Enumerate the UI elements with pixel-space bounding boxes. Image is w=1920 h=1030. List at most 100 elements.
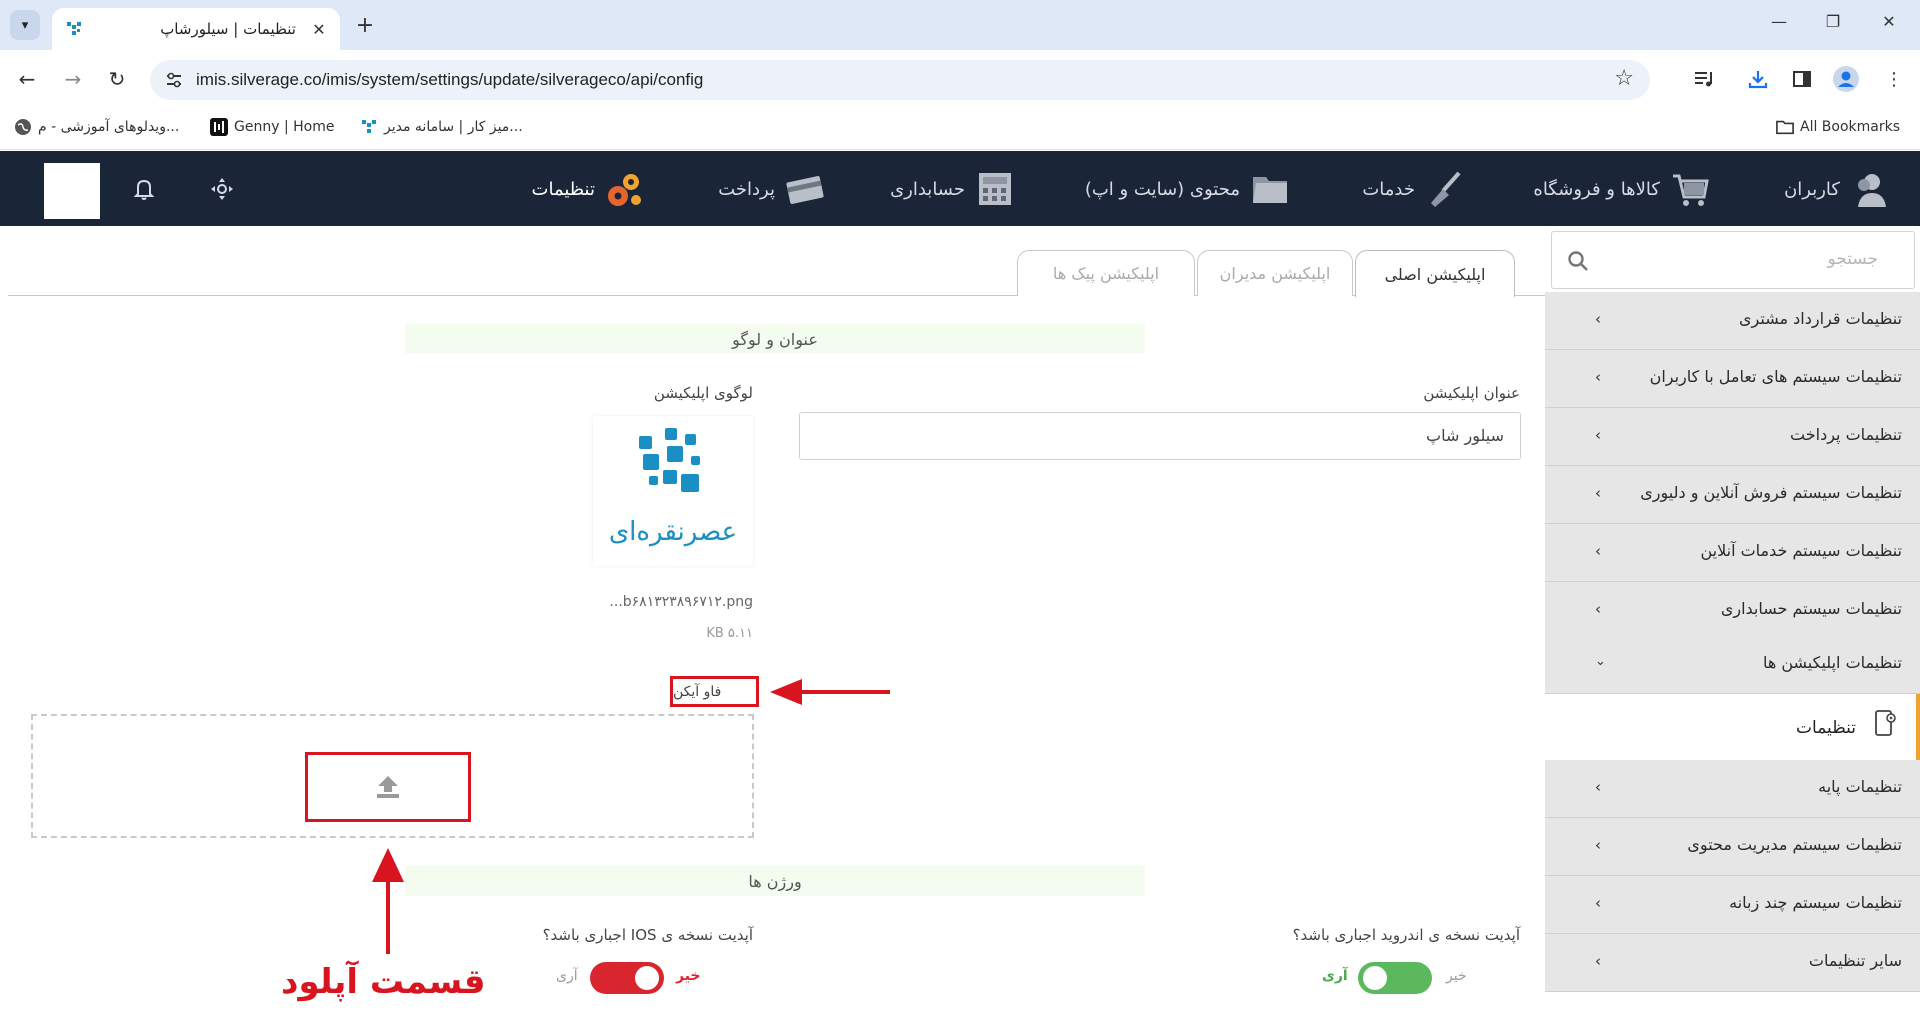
android-force-update-label: آپدیت نسخه ی اندروید اجباری باشد؟	[1292, 926, 1520, 944]
main-content: اپلیکیشن اصلی اپلیکیشن مدیران اپلیکیشن پ…	[0, 226, 1545, 1030]
search-icon	[1568, 251, 1588, 271]
url-text: imis.silverage.co/imis/system/settings/u…	[196, 70, 704, 89]
site-settings-icon[interactable]	[164, 70, 184, 90]
browser-toolbar: ← → ↻ imis.silverage.co/imis/system/sett…	[0, 50, 1920, 108]
sidebar-item-applications[interactable]: تنظیمات اپلیکیشن ها ⌄	[1545, 636, 1920, 694]
logo-mark-icon: عصرنقره‌ای	[609, 428, 737, 547]
close-window-icon[interactable]: ✕	[1876, 12, 1902, 31]
upload-highlight-box[interactable]	[305, 752, 471, 822]
app-logo-image[interactable]: عصرنقره‌ای	[593, 416, 753, 566]
bookmark-item[interactable]: میز کار | سامانه مدیر...	[360, 118, 523, 136]
upload-icon	[377, 776, 399, 798]
crosshair-icon[interactable]	[208, 175, 236, 203]
sidebar-item-base[interactable]: تنظیمات پایه ‹	[1545, 760, 1920, 818]
tab-title: تنظیمات | سیلورشاپ	[160, 20, 296, 38]
section-title-logo: عنوان و لوگو	[405, 324, 1145, 354]
nav-users[interactable]: کاربران	[1784, 169, 1890, 209]
chevron-left-icon: ‹	[1595, 542, 1601, 560]
nav-settings[interactable]: تنظیمات	[532, 169, 645, 209]
globe-icon	[14, 118, 32, 136]
bell-icon[interactable]	[130, 175, 158, 203]
ios-force-update-toggle[interactable]	[590, 962, 664, 994]
tab-main-app[interactable]: اپلیکیشن اصلی	[1355, 250, 1515, 297]
android-yes-label: آری	[1322, 968, 1348, 984]
chevron-left-icon: ‹	[1595, 484, 1601, 502]
folder-icon	[1776, 118, 1794, 136]
chevron-left-icon: ‹	[1595, 894, 1601, 912]
logo-file-size: KB ۵.۱۱	[706, 626, 753, 641]
address-bar[interactable]: imis.silverage.co/imis/system/settings/u…	[150, 60, 1650, 100]
genny-logo-icon	[210, 118, 228, 136]
app-top-nav: کاربران کالاها و فروشگاه خدمات محتوی (سا…	[0, 151, 1920, 226]
sidebar-subitem-settings[interactable]: تنظیمات	[1545, 694, 1920, 760]
nav-services[interactable]: خدمات	[1362, 169, 1465, 209]
forward-button[interactable]: →	[58, 64, 88, 94]
chevron-left-icon: ‹	[1595, 836, 1601, 854]
broom-icon	[1431, 171, 1461, 207]
sidebar-item-online-sales[interactable]: تنظیمات سیستم فروش آنلاین و دلیوری ‹	[1545, 466, 1920, 524]
annotation-arrow-left	[770, 679, 890, 705]
section-title-versions: ورژن ها	[405, 866, 1145, 896]
ios-yes-label: آری	[556, 968, 578, 984]
annotation-upload-text: قسمت آپلود	[281, 962, 486, 1002]
chevron-down-icon: ⌄	[1595, 654, 1606, 669]
restore-icon[interactable]: ❐	[1820, 12, 1846, 31]
bookmark-item[interactable]: ویدلوهای آموزشی - م...	[14, 118, 179, 136]
back-button[interactable]: ←	[12, 64, 42, 94]
sidebar-item-other[interactable]: سایر تنظیمات ‹	[1545, 934, 1920, 992]
chevron-left-icon: ‹	[1595, 426, 1601, 444]
folder-icon	[1253, 177, 1287, 203]
ios-no-label: خیر	[676, 968, 701, 984]
user-avatar[interactable]	[44, 163, 100, 219]
android-no-label: خیر	[1446, 968, 1467, 984]
tab-search-button[interactable]: ▾	[10, 10, 40, 40]
gears-icon	[608, 174, 641, 206]
android-force-update-toggle[interactable]	[1358, 962, 1432, 994]
reload-button[interactable]: ↻	[102, 64, 132, 94]
credit-card-icon	[786, 176, 824, 204]
new-tab-button[interactable]: +	[352, 12, 378, 38]
app-title-label: عنوان اپلیکیشن	[1423, 384, 1520, 402]
tab-managers-app[interactable]: اپلیکیشن مدیران	[1197, 250, 1353, 296]
minimize-icon[interactable]: —	[1766, 12, 1792, 31]
menu-kebab-icon[interactable]: ⋮	[1880, 65, 1908, 93]
media-control-icon[interactable]	[1690, 65, 1718, 93]
sidebar-item-payment[interactable]: تنظیمات پرداخت ‹	[1545, 408, 1920, 466]
chevron-left-icon: ‹	[1595, 778, 1601, 796]
app-logo-label: لوگوی اپلیکیشن	[653, 384, 753, 402]
nav-payment[interactable]: پرداخت	[718, 169, 825, 209]
svg-text:عصرنقره‌ای: عصرنقره‌ای	[609, 517, 737, 547]
nav-content[interactable]: محتوی (سایت و اپ)	[1085, 169, 1290, 209]
browser-tab[interactable]: تنظیمات | سیلورشاپ ✕	[52, 8, 340, 50]
sidebar-search-input[interactable]: جستجو	[1551, 231, 1915, 289]
bookmark-star-icon[interactable]: ☆	[1614, 66, 1634, 91]
chevron-left-icon: ‹	[1595, 310, 1601, 328]
sidebar-item-customer-contract[interactable]: تنظیمات قرارداد مشتری ‹	[1545, 292, 1920, 350]
app-title-input[interactable]: سیلور شاپ	[799, 412, 1521, 460]
annotation-arrow-up	[372, 848, 404, 954]
chevron-left-icon: ‹	[1595, 952, 1601, 970]
close-tab-icon[interactable]: ✕	[310, 20, 328, 39]
sidebar-item-multilanguage[interactable]: تنظیمات سیستم چند زبانه ‹	[1545, 876, 1920, 934]
sidebar-item-user-interaction[interactable]: تنظیمات سیستم های تعامل با کاربران ‹	[1545, 350, 1920, 408]
profile-avatar-icon[interactable]	[1832, 65, 1860, 93]
chevron-left-icon: ‹	[1595, 600, 1601, 618]
all-bookmarks-button[interactable]: All Bookmarks	[1776, 118, 1900, 136]
ios-force-update-label: آپدیت نسخه ی IOS اجباری باشد؟	[542, 926, 753, 944]
bookmark-item[interactable]: Genny | Home	[210, 118, 334, 136]
sidebar-item-online-services[interactable]: تنظیمات سیستم خدمات آنلاین ‹	[1545, 524, 1920, 582]
nav-products[interactable]: کالاها و فروشگاه	[1533, 169, 1710, 209]
browser-tabstrip: ▾ تنظیمات | سیلورشاپ ✕ + — ❐ ✕	[0, 0, 1920, 50]
settings-sidebar: جستجو تنظیمات قرارداد مشتری ‹ تنظیمات سی…	[1545, 226, 1920, 1030]
mobile-settings-icon	[1875, 710, 1896, 736]
sidebar-item-accounting[interactable]: تنظیمات سیستم حسابداری ‹	[1545, 582, 1920, 640]
sidebar-item-cms[interactable]: تنظیمات سیستم مدیریت محتوی ‹	[1545, 818, 1920, 876]
tab-couriers-app[interactable]: اپلیکیشن پیک ها	[1017, 250, 1195, 296]
nav-accounting[interactable]: حسابداری	[890, 169, 1015, 209]
cart-icon	[1673, 174, 1709, 206]
download-icon[interactable]	[1744, 65, 1772, 93]
site-favicon-icon	[64, 19, 84, 39]
side-panel-icon[interactable]	[1788, 65, 1816, 93]
site-favicon-icon	[360, 118, 378, 136]
favicon-label: فاو آیکن	[670, 676, 759, 707]
